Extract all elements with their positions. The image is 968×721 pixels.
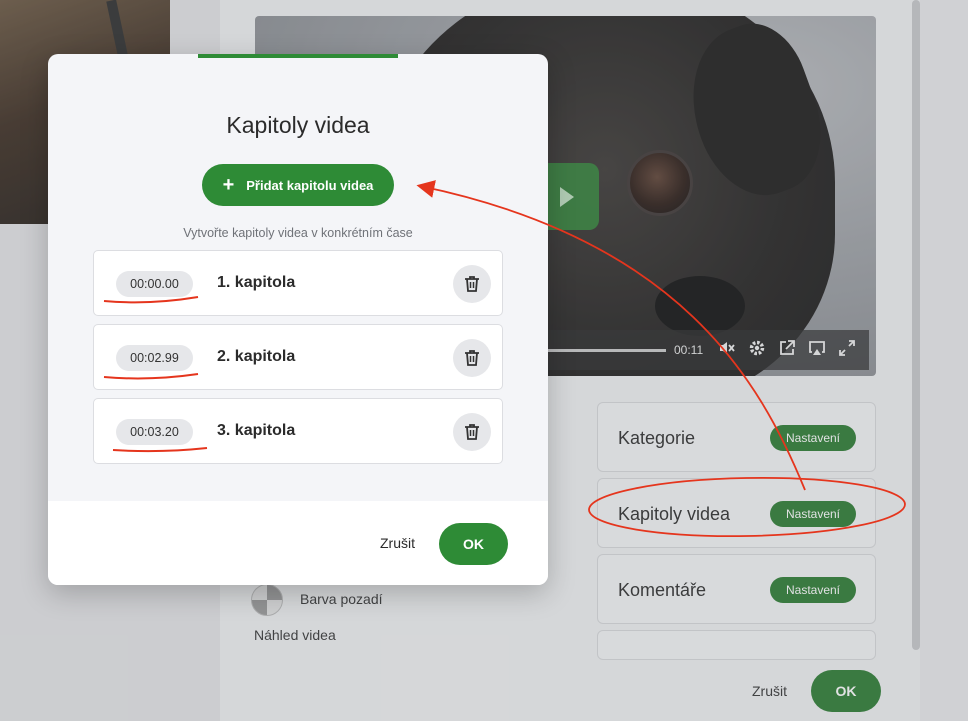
cancel-button[interactable]: Zrušit bbox=[380, 535, 415, 551]
trash-icon bbox=[465, 350, 479, 366]
add-chapter-button[interactable]: + Přidat kapitolu videa bbox=[202, 164, 394, 206]
dialog-hint: Vytvořte kapitoly videa v konkrétním čas… bbox=[183, 226, 413, 240]
chapter-time-input[interactable]: 00:00.00 bbox=[116, 271, 193, 297]
delete-chapter-button[interactable] bbox=[453, 265, 491, 303]
dialog-title: Kapitoly videa bbox=[226, 112, 370, 138]
plus-icon: + bbox=[222, 174, 235, 196]
delete-chapter-button[interactable] bbox=[453, 413, 491, 451]
chapter-time-input[interactable]: 00:02.99 bbox=[116, 345, 193, 371]
chapter-name[interactable]: 3. kapitola bbox=[217, 422, 295, 440]
dialog-accent-bar bbox=[198, 54, 398, 58]
trash-icon bbox=[465, 424, 479, 440]
chapter-time-input[interactable]: 00:03.20 bbox=[116, 419, 193, 445]
dialog-footer: Zrušit OK bbox=[48, 501, 548, 585]
delete-chapter-button[interactable] bbox=[453, 339, 491, 377]
chapter-name[interactable]: 1. kapitola bbox=[217, 274, 295, 292]
chapter-name[interactable]: 2. kapitola bbox=[217, 348, 295, 366]
trash-icon bbox=[465, 276, 479, 292]
ok-button[interactable]: OK bbox=[439, 523, 508, 565]
chapters-dialog: Kapitoly videa + Přidat kapitolu videa V… bbox=[48, 54, 548, 585]
chapter-row: 00:00.00 1. kapitola bbox=[93, 250, 503, 316]
chapter-row: 00:03.20 3. kapitola bbox=[93, 398, 503, 464]
add-chapter-label: Přidat kapitolu videa bbox=[246, 177, 374, 193]
chapter-row: 00:02.99 2. kapitola bbox=[93, 324, 503, 390]
